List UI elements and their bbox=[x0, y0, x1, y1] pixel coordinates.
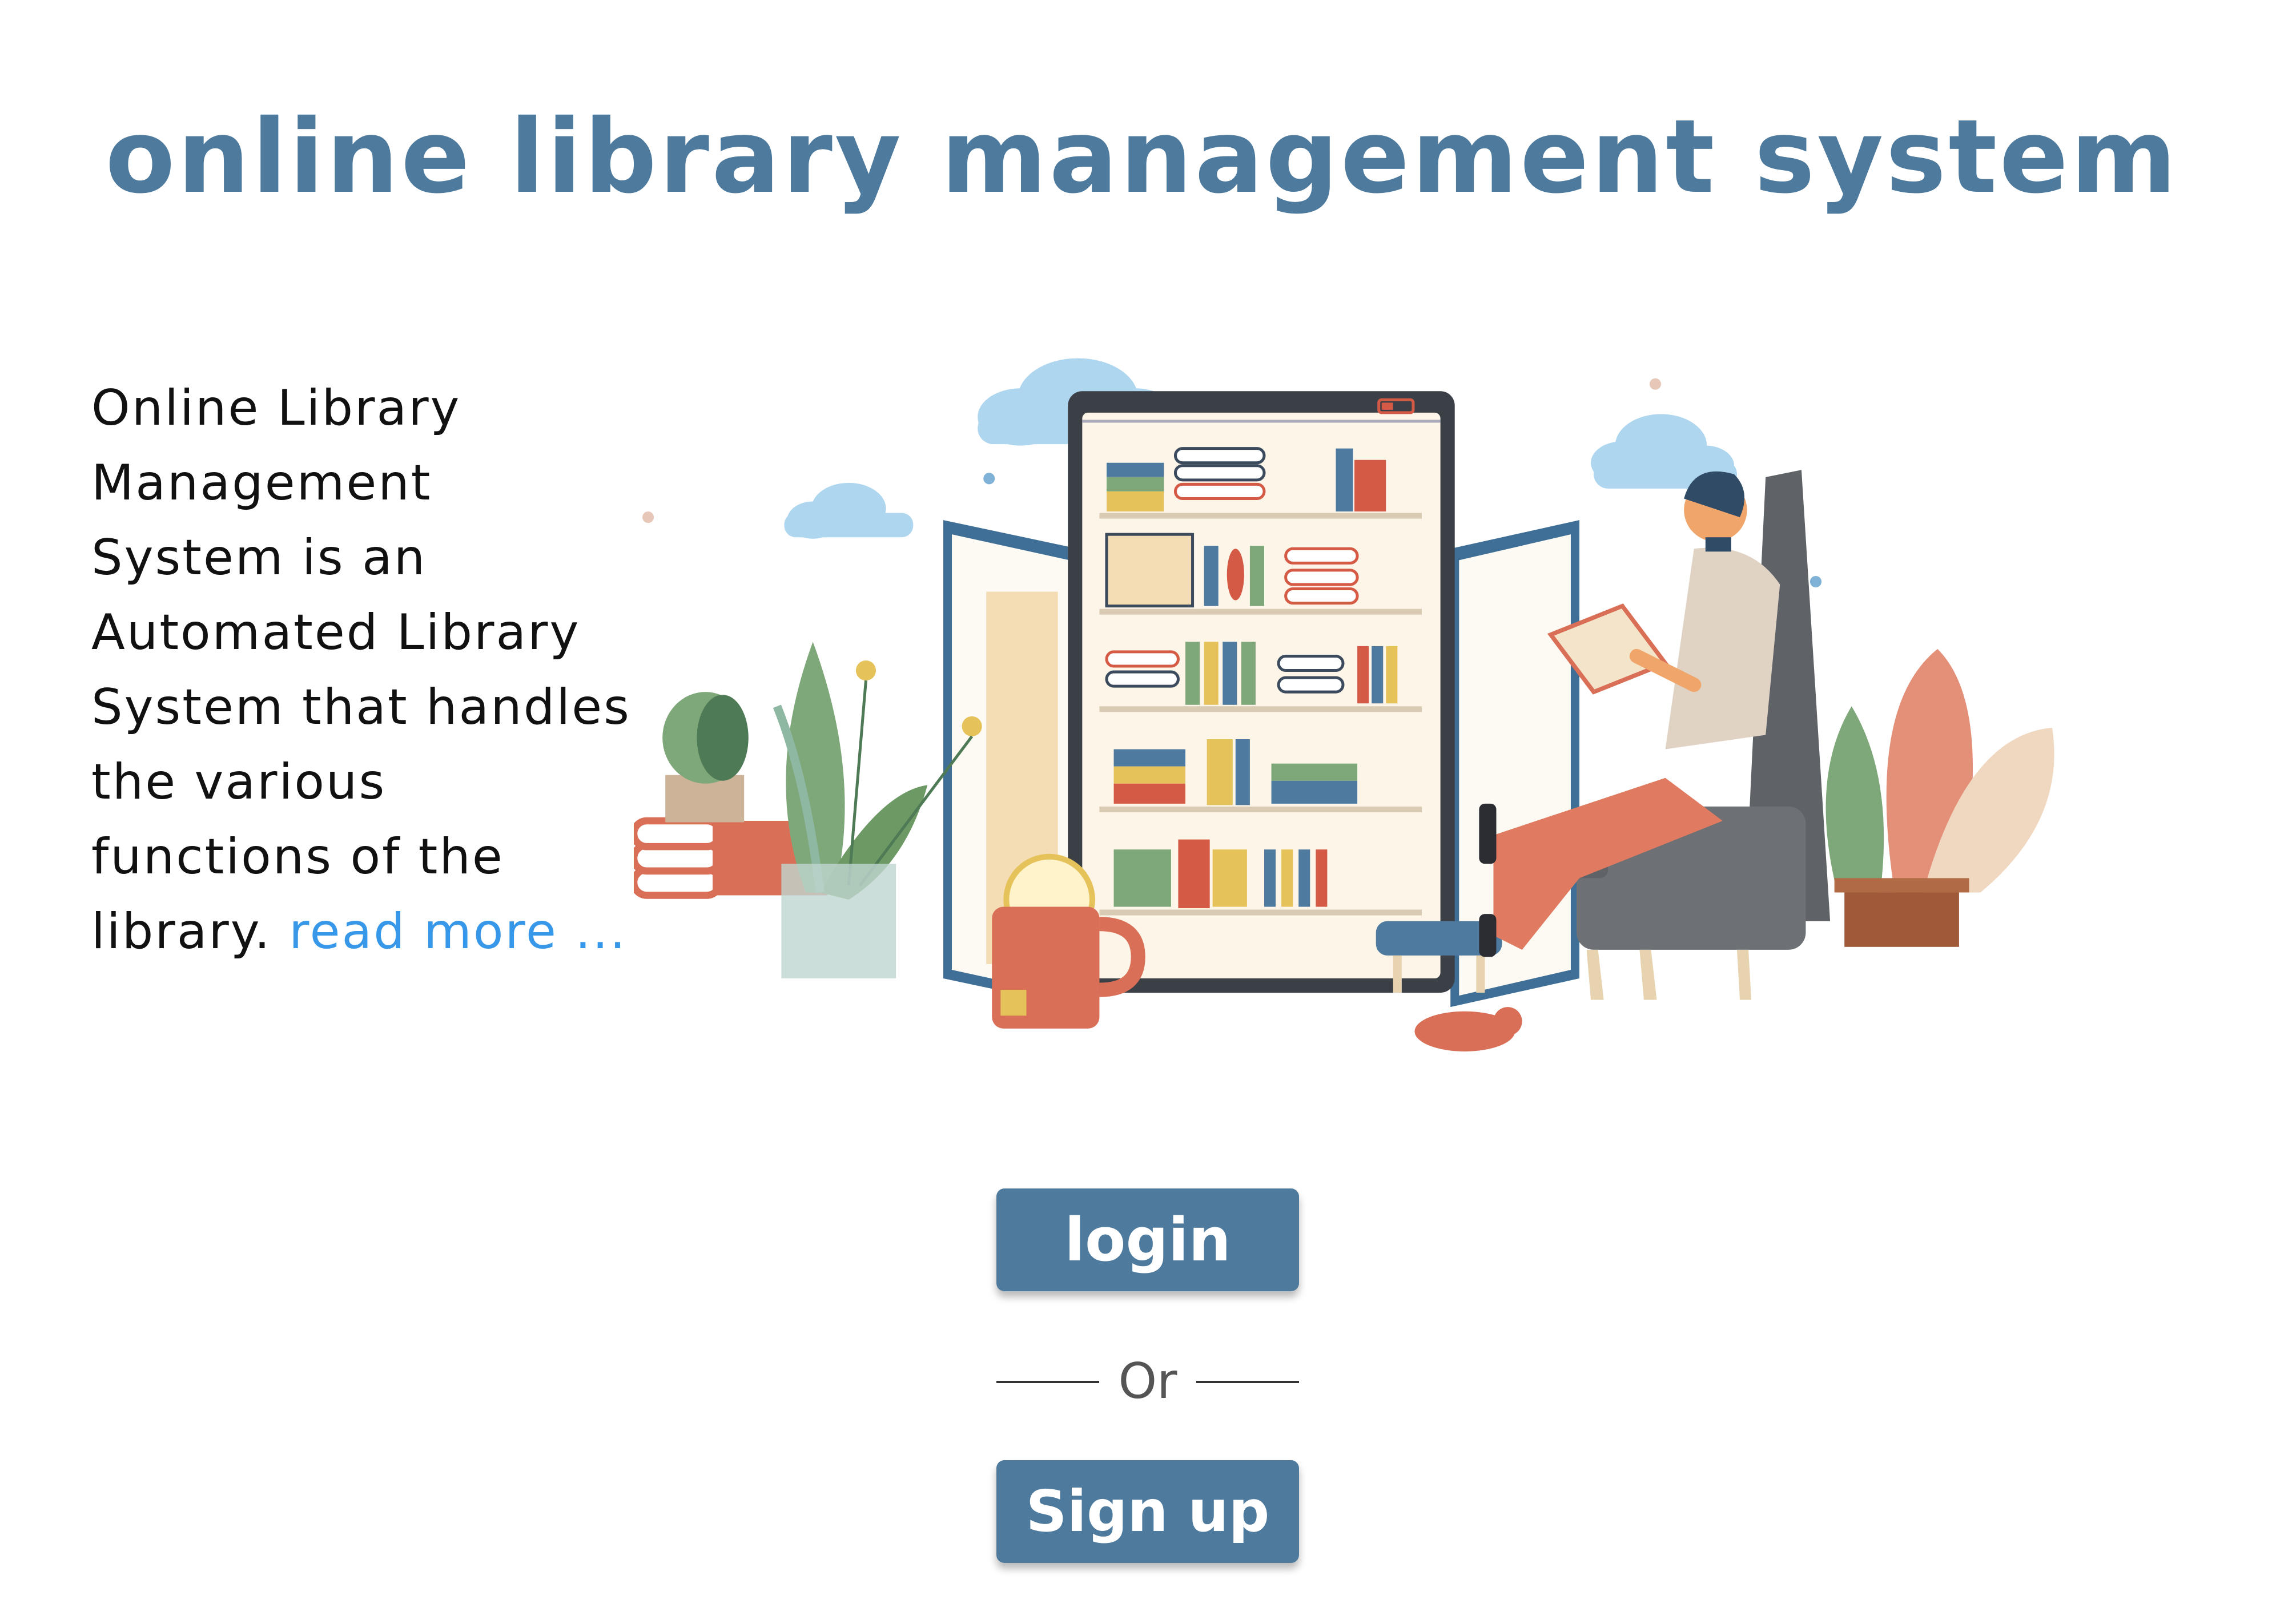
page-title: online library management system bbox=[105, 98, 2179, 216]
signup-button[interactable]: Sign up bbox=[996, 1460, 1299, 1563]
read-more-link[interactable]: read more ... bbox=[289, 903, 627, 960]
or-divider: Or bbox=[996, 1336, 1299, 1427]
potted-plant-icon bbox=[1825, 648, 2054, 947]
divider-label: Or bbox=[1118, 1353, 1177, 1410]
intro-text: Online Library Management System is an A… bbox=[91, 380, 631, 960]
cloud-icon bbox=[784, 482, 914, 539]
cat-icon bbox=[1414, 1007, 1522, 1051]
divider-line-right bbox=[1196, 1381, 1299, 1383]
intro-paragraph: Online Library Management System is an A… bbox=[91, 371, 640, 969]
divider-line-left bbox=[996, 1381, 1099, 1383]
cactus-plant-icon bbox=[662, 692, 749, 823]
tablet-bookshelf-icon bbox=[1068, 391, 1455, 993]
login-button[interactable]: login bbox=[996, 1188, 1299, 1291]
library-reading-illustration bbox=[634, 358, 2054, 1051]
